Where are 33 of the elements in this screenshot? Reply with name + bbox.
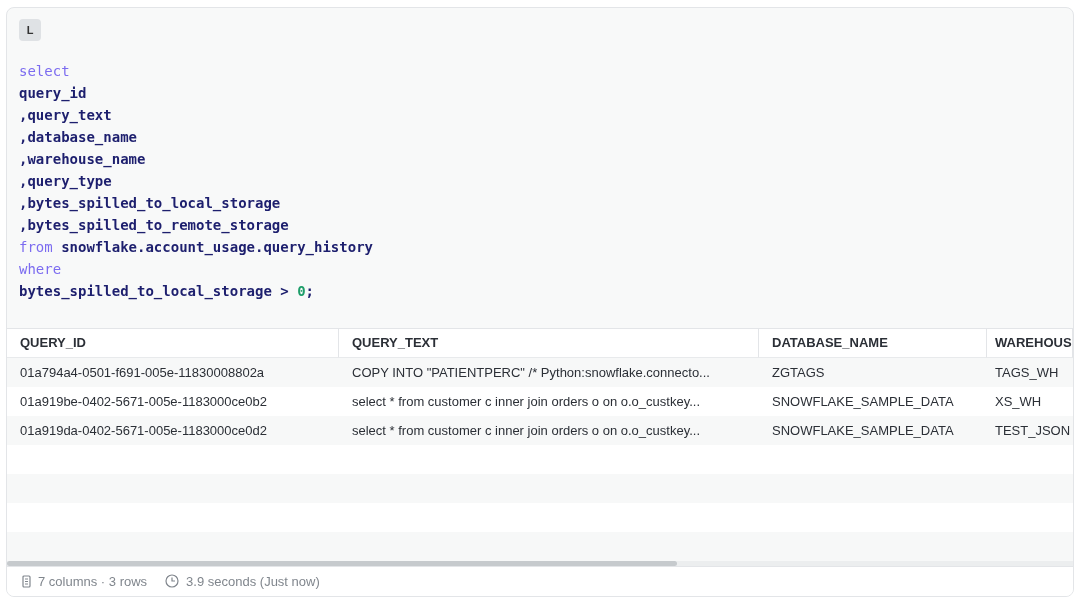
result-count-label: 7 columns · 3 rows xyxy=(38,573,148,589)
code-line: where xyxy=(19,260,62,279)
code-line: ,query_text xyxy=(19,106,112,126)
table-cell-text: select * from customer c inner join orders o on o.o_custkey... xyxy=(351,392,702,411)
code-line: bytes_spilled_to_local_storage > 0; xyxy=(19,282,315,302)
column-header[interactable]: QUERY_ID xyxy=(7,328,339,358)
table-cell-text: 01a919da-0402-5671-005e-1183000ce0d2 xyxy=(19,421,268,440)
language-badge[interactable]: L xyxy=(19,19,41,41)
table-cell-text: select * from customer c inner join orders o on o.o_custkey... xyxy=(351,421,702,440)
table-cell-text: 01a919be-0402-5671-005e-1183000ce0b2 xyxy=(19,392,268,411)
table-cell-text: XS_WH xyxy=(994,392,1043,411)
code-line: from snowflake.account_usage.query_history xyxy=(19,238,373,258)
table-cell-text: TEST_JSON xyxy=(994,421,1072,440)
table-cell-text: COPY INTO "PATIENTPERC" /* Python:snowflake.connecto... xyxy=(351,363,711,382)
columns-icon xyxy=(22,574,31,588)
query-duration: 3.9 seconds (Just now) xyxy=(186,573,320,589)
code-line: ,warehouse_name xyxy=(19,150,146,170)
table-cell-text: SNOWFLAKE_SAMPLE_DATA xyxy=(771,421,955,440)
code-line: query_id xyxy=(19,84,87,104)
code-line: ,bytes_spilled_to_local_storage xyxy=(19,194,281,214)
table-cell-text: ZGTAGS xyxy=(771,363,826,382)
column-header[interactable]: DATABASE_NAME xyxy=(759,328,987,358)
clock-icon xyxy=(165,574,180,589)
code-line: ,bytes_spilled_to_remote_storage xyxy=(19,216,289,236)
table-cell-text: SNOWFLAKE_SAMPLE_DATA xyxy=(771,392,955,411)
code-line: ,database_name xyxy=(19,128,137,148)
horizontal-scrollbar[interactable] xyxy=(7,560,1073,566)
column-header[interactable]: QUERY_TEXT xyxy=(339,328,759,358)
code-line: ,query_type xyxy=(19,172,112,192)
code-line: select xyxy=(19,62,70,81)
column-header[interactable]: WAREHOUS xyxy=(987,328,1073,358)
table-cell-text: 01a794a4-0501-f691-005e-11830008802a xyxy=(19,363,266,382)
table-cell-text: TAGS_WH xyxy=(994,363,1060,382)
